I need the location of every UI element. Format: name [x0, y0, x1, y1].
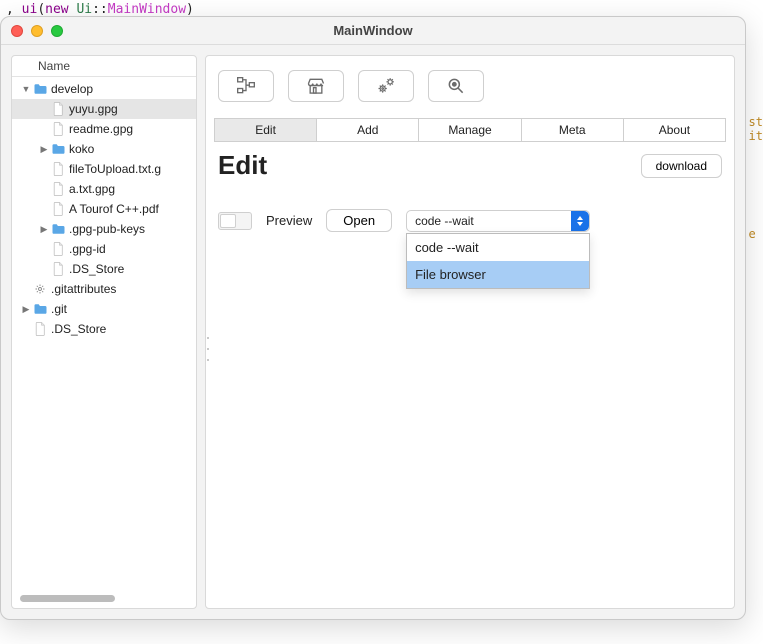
magnify-icon[interactable] [428, 70, 484, 102]
tab-manage[interactable]: Manage [419, 119, 521, 141]
tree-row[interactable]: ▶ koko [12, 139, 196, 159]
editor-code-line: , ui(new Ui::MainWindow) [6, 2, 194, 17]
file-tree-panel: Name ▼ develop yuyu.gpg readme.gpg ▶ koko file… [11, 55, 197, 609]
tree-row[interactable]: .gpg-id [12, 239, 196, 259]
disclosure-icon[interactable]: ▶ [38, 224, 50, 235]
preview-toggle[interactable] [218, 212, 252, 230]
file-icon [50, 241, 66, 257]
tree-row[interactable]: fileToUpload.txt.g [12, 159, 196, 179]
tree-row[interactable]: ▶ .gpg-pub-keys [12, 219, 196, 239]
tab-about[interactable]: About [624, 119, 725, 141]
toolbar [214, 70, 726, 102]
chevron-updown-icon [571, 211, 589, 231]
tree-item-label: develop [51, 82, 93, 96]
gears-icon[interactable] [358, 70, 414, 102]
tree-item-label: .gitattributes [51, 282, 116, 296]
file-icon [50, 121, 66, 137]
disclosure-icon[interactable]: ▶ [38, 144, 50, 155]
tree-item-label: a.txt.gpg [69, 182, 115, 196]
download-button[interactable]: download [641, 154, 722, 178]
folder-icon [50, 221, 66, 237]
tree-row[interactable]: yuyu.gpg [12, 99, 196, 119]
titlebar[interactable]: MainWindow [1, 17, 745, 45]
combo-option[interactable]: code --wait [407, 234, 589, 261]
editor-bg-text: st it e [749, 115, 763, 241]
main-window: MainWindow Name ▼ develop yuyu.gpg readme.g… [0, 16, 746, 620]
tree-row[interactable]: a.txt.gpg [12, 179, 196, 199]
tree-row[interactable]: .DS_Store [12, 319, 196, 339]
file-icon [50, 261, 66, 277]
disclosure-icon[interactable]: ▼ [20, 84, 32, 94]
scrollbar-thumb[interactable] [20, 595, 115, 602]
combo-selected-value: code --wait [415, 214, 474, 228]
editor-combo-dropdown: code --waitFile browser [406, 233, 590, 289]
tab-meta[interactable]: Meta [522, 119, 624, 141]
tree-row[interactable]: readme.gpg [12, 119, 196, 139]
tree-item-label: yuyu.gpg [69, 102, 118, 116]
tree-item-label: readme.gpg [69, 122, 133, 136]
file-icon [50, 201, 66, 217]
tree-item-label: fileToUpload.txt.g [69, 162, 161, 176]
tree-item-label: .gpg-id [69, 242, 106, 256]
open-button[interactable]: Open [326, 209, 392, 232]
horizontal-scrollbar[interactable] [20, 595, 188, 602]
main-panel: EditAddManageMetaAbout Edit download Pre… [205, 55, 735, 609]
tree-row[interactable]: ▼ develop [12, 79, 196, 99]
disclosure-icon[interactable]: ▶ [20, 304, 32, 315]
tree-item-label: A Tourof C++.pdf [69, 202, 159, 216]
file-icon [32, 321, 48, 337]
tree-header-name[interactable]: Name [12, 56, 196, 77]
tree-item-label: .DS_Store [69, 262, 124, 276]
tab-bar: EditAddManageMetaAbout [214, 118, 726, 142]
folder-icon [32, 301, 48, 317]
gear-icon [32, 281, 48, 297]
tree-item-label: .git [51, 302, 67, 316]
tree-row[interactable]: ▶ .git [12, 299, 196, 319]
file-tree[interactable]: ▼ develop yuyu.gpg readme.gpg ▶ koko fileToUpl… [12, 77, 196, 608]
editor-combo[interactable]: code --wait [406, 210, 590, 232]
file-icon [50, 161, 66, 177]
folder-icon [32, 81, 48, 97]
page-title: Edit [218, 150, 267, 181]
window-title: MainWindow [1, 23, 745, 38]
file-icon [50, 101, 66, 117]
store-icon[interactable] [288, 70, 344, 102]
tree-item-label: koko [69, 142, 94, 156]
tab-add[interactable]: Add [317, 119, 419, 141]
tree-icon[interactable] [218, 70, 274, 102]
tree-item-label: .gpg-pub-keys [69, 222, 145, 236]
splitter-handle[interactable] [205, 337, 211, 361]
tab-edit[interactable]: Edit [215, 119, 317, 141]
tree-item-label: .DS_Store [51, 322, 106, 336]
tree-row[interactable]: .DS_Store [12, 259, 196, 279]
file-icon [50, 181, 66, 197]
tree-row[interactable]: A Tourof C++.pdf [12, 199, 196, 219]
preview-label: Preview [266, 213, 312, 228]
tree-row[interactable]: .gitattributes [12, 279, 196, 299]
folder-icon [50, 141, 66, 157]
combo-option[interactable]: File browser [407, 261, 589, 288]
